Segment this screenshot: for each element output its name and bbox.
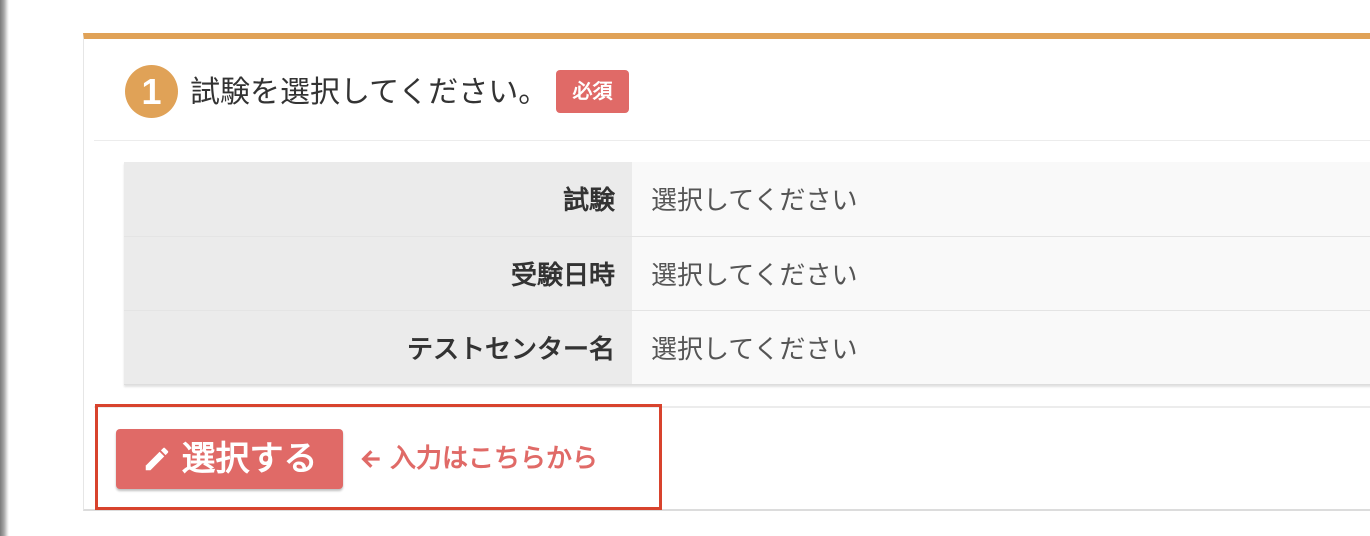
selection-summary-table: 試験 選択してください 受験日時 選択してください テストセンター名 選択してく…: [124, 162, 1370, 385]
select-button[interactable]: 選択する: [116, 429, 343, 489]
row-value-test-center: 選択してください: [632, 310, 1370, 385]
select-button-label: 選択する: [181, 439, 318, 479]
row-label-exam: 試験: [124, 162, 632, 237]
step-title: 試験を選択してください。: [190, 75, 549, 110]
step-number-badge: 1: [125, 65, 178, 118]
input-hint-text: 入力はこちらから: [390, 444, 599, 474]
step-header: 1 試験を選択してください。 必須: [94, 39, 1370, 141]
exam-selection-panel: 1 試験を選択してください。 必須 試験 選択してください 受験日時 選択してく…: [83, 33, 1370, 511]
input-hint: 入力はこちらから: [358, 439, 598, 479]
arrow-left-icon: [361, 450, 380, 468]
row-value-exam: 選択してください: [632, 162, 1370, 237]
table-row: 試験 選択してください: [124, 162, 1370, 237]
row-label-exam-datetime: 受験日時: [124, 236, 632, 311]
window-edge-shadow: [0, 0, 9, 536]
table-row: 受験日時 選択してください: [124, 236, 1370, 311]
pencil-icon: [145, 447, 168, 471]
row-value-exam-datetime: 選択してください: [632, 236, 1370, 311]
table-row: テストセンター名 選択してください: [124, 310, 1370, 385]
row-label-test-center: テストセンター名: [124, 310, 632, 385]
required-badge: 必須: [556, 70, 629, 113]
